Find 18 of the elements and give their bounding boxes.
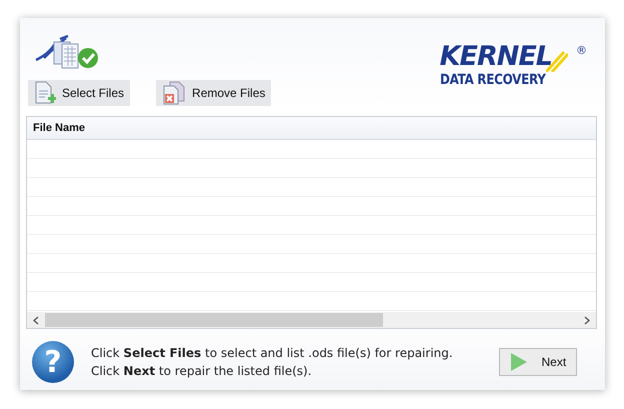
column-header[interactable]: File Name xyxy=(27,122,85,134)
scrollbar-thumb[interactable] xyxy=(45,313,383,327)
add-file-icon xyxy=(34,81,56,105)
horizontal-scrollbar[interactable] xyxy=(27,312,596,328)
spreadsheet-check-icon xyxy=(34,34,100,70)
scroll-right-icon[interactable] xyxy=(584,316,590,324)
registered-mark: ® xyxy=(576,44,587,57)
remove-files-button[interactable]: Remove Files xyxy=(156,80,272,106)
help-icon: ? xyxy=(32,341,74,383)
logo-wordmark: KERNEL xyxy=(440,44,552,70)
instruction-text: Click Select Files to select and list .ods file(s) for repairing. xyxy=(91,345,454,361)
logo-tagline: DATA RECOVERY xyxy=(440,72,546,88)
remove-file-icon xyxy=(162,81,186,105)
instruction-text: Click Next to repair the listed file(s). xyxy=(91,363,313,379)
select-files-button[interactable]: Select Files xyxy=(28,80,130,106)
scroll-left-icon[interactable] xyxy=(33,316,39,324)
next-button[interactable]: Next xyxy=(499,348,577,376)
play-icon xyxy=(510,352,528,372)
